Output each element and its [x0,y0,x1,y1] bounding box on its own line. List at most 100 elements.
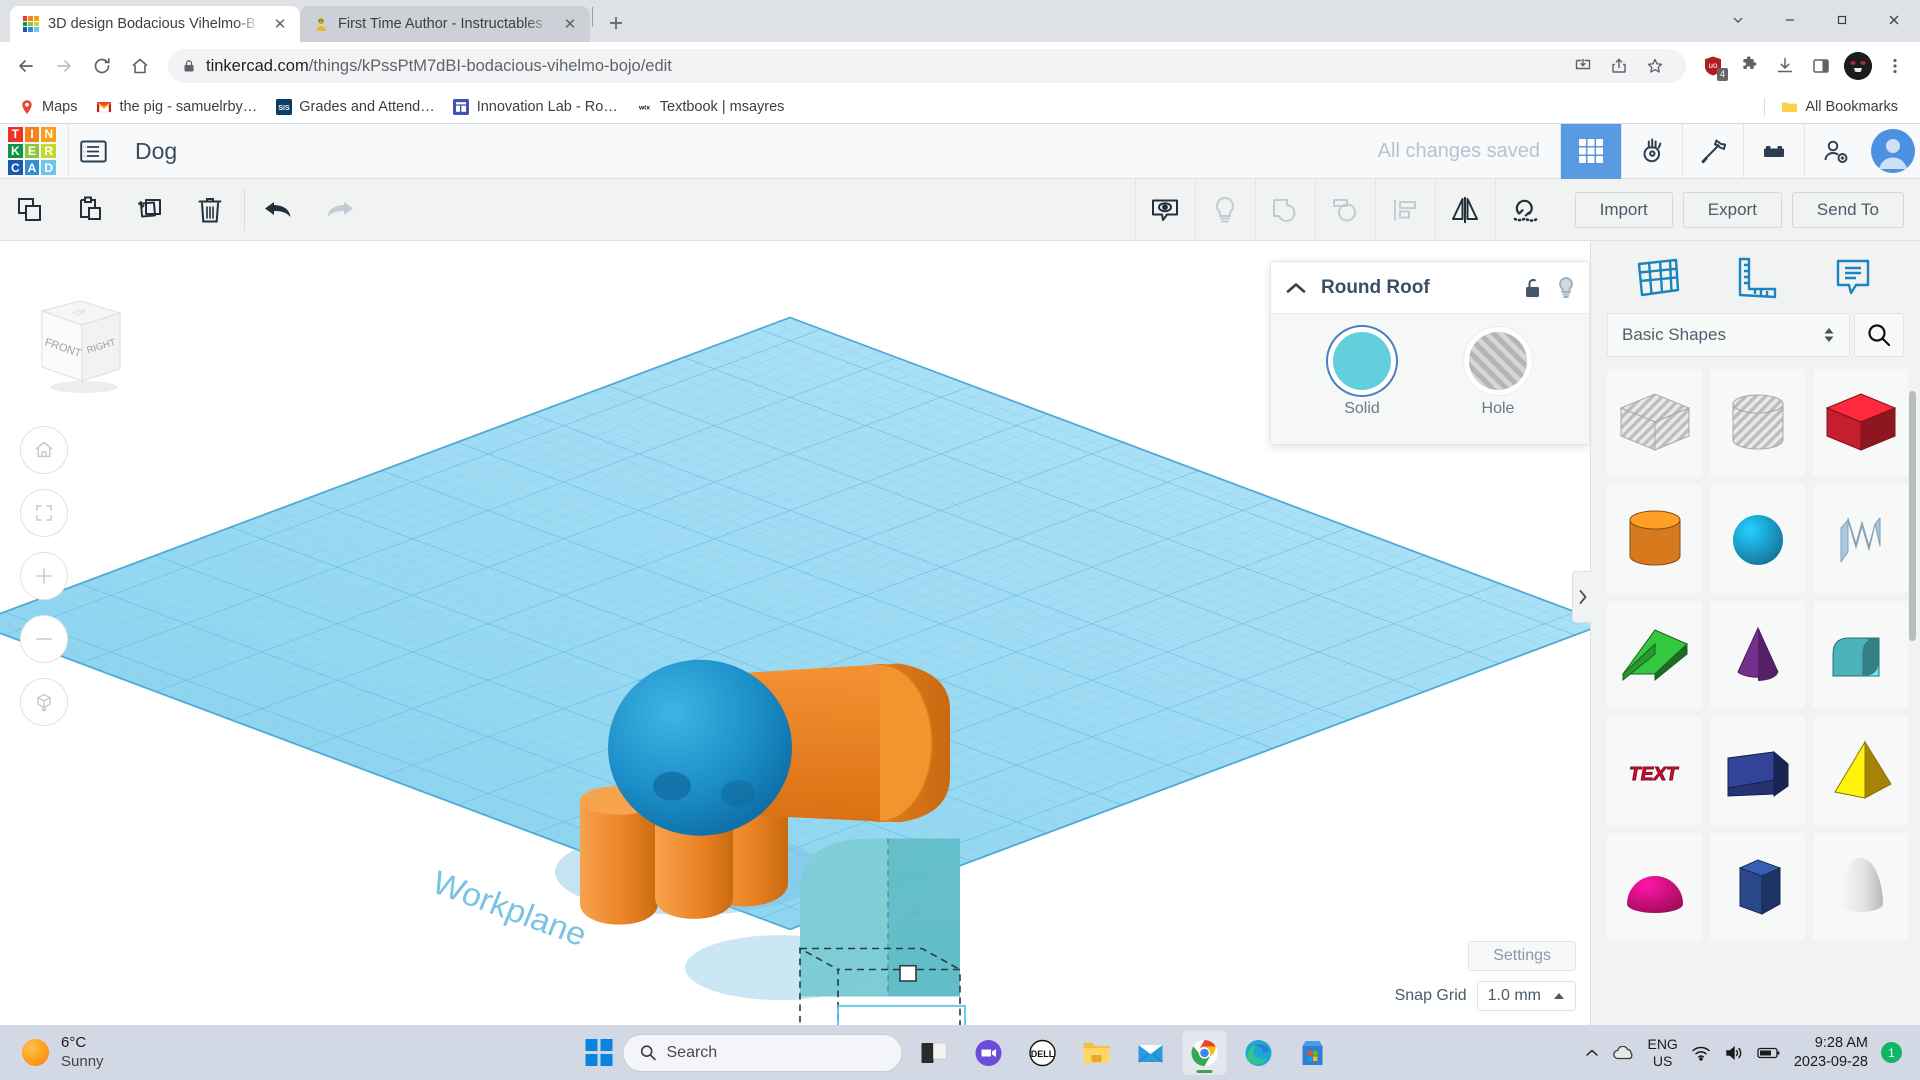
home-button[interactable] [122,48,158,84]
user-avatar[interactable] [1865,124,1920,179]
redo-button[interactable] [309,179,369,241]
task-view-button[interactable] [913,1031,957,1075]
ungroup-button[interactable] [1315,179,1375,241]
bookmark-innovation-lab[interactable]: Innovation Lab - Ro… [445,94,626,119]
align-button[interactable] [1375,179,1435,241]
address-bar[interactable]: tinkercad.com/things/kPssPtM7dBI-bodacio… [168,49,1686,83]
3d-canvas[interactable]: Workplane [0,241,1590,1025]
shape-paraboloid[interactable] [1813,833,1908,941]
export-button[interactable]: Export [1683,192,1782,228]
language-indicator[interactable]: ENG US [1647,1036,1677,1068]
snap-magnet-button[interactable] [1495,179,1555,241]
wifi-icon[interactable] [1691,1045,1711,1061]
shape-category-select[interactable]: Basic Shapes [1607,313,1850,357]
design-title[interactable]: Dog [117,138,195,165]
chrome-button[interactable] [1183,1031,1227,1075]
zoom-in-button[interactable] [20,552,68,600]
bookmark-star-icon[interactable] [1638,49,1672,83]
bookmark-grades[interactable]: SIS Grades and Attend… [267,94,442,119]
perspective-toggle-button[interactable] [20,678,68,726]
solid-swatch[interactable] [1333,332,1391,390]
ublock-icon[interactable]: uo 4 [1696,49,1730,83]
delete-button[interactable] [180,179,240,241]
paste-button[interactable] [60,179,120,241]
onedrive-icon[interactable] [1612,1046,1634,1060]
notes-tab[interactable] [1824,251,1882,303]
show-hide-button[interactable] [1135,179,1195,241]
shape-sphere[interactable] [1710,485,1805,593]
hole-option[interactable]: Hole [1450,332,1546,418]
invite-tool[interactable] [1804,124,1865,179]
dell-button[interactable]: DELL [1021,1031,1065,1075]
shape-pyramid[interactable] [1813,717,1908,825]
edge-button[interactable] [1237,1031,1281,1075]
microsoft-store-button[interactable] [1291,1031,1335,1075]
chevron-up-icon[interactable] [1285,281,1307,295]
blocks-tool[interactable] [1743,124,1804,179]
weather-widget[interactable]: 6°C Sunny [0,1034,104,1071]
snap-grid-select[interactable]: 1.0 mm [1477,981,1576,1011]
shape-roof[interactable] [1607,601,1702,709]
shape-box-hole[interactable] [1607,369,1702,477]
install-icon[interactable] [1566,49,1600,83]
solid-option[interactable]: Solid [1314,332,1410,418]
mail-button[interactable] [1129,1031,1173,1075]
duplicate-button[interactable] [120,179,180,241]
tray-expand-chevron-icon[interactable] [1585,1048,1599,1058]
fit-to-view-button[interactable] [20,489,68,537]
volume-icon[interactable] [1724,1045,1744,1061]
browser-tab-2[interactable]: First Time Author - Instructables ✕ [300,6,590,42]
import-button[interactable]: Import [1575,192,1673,228]
shape-text[interactable]: TEXT [1607,717,1702,825]
share-icon[interactable] [1602,49,1636,83]
sidebar-scrollbar[interactable] [1909,391,1916,641]
browser-tab-1[interactable]: 3D design Bodacious Vihelmo-B ✕ [10,6,300,42]
designs-grid-tool[interactable] [1560,124,1621,179]
mirror-button[interactable] [1435,179,1495,241]
shape-cylinder[interactable] [1607,485,1702,593]
back-button[interactable] [8,48,44,84]
unlock-icon[interactable] [1523,277,1543,299]
shape-round-roof[interactable] [1813,601,1908,709]
battery-icon[interactable] [1757,1046,1781,1060]
window-maximize-button[interactable] [1816,0,1868,40]
home-view-button[interactable] [20,426,68,474]
tab-search-chevron-icon[interactable] [1712,0,1764,40]
shape-cylinder-hole[interactable] [1710,369,1805,477]
downloads-icon[interactable] [1768,49,1802,83]
zoom-out-button[interactable] [20,615,68,663]
bookmark-textbook[interactable]: wix Textbook | msayres [628,94,793,119]
group-button[interactable] [1255,179,1315,241]
shape-polygon[interactable] [1710,833,1805,941]
chrome-menu-icon[interactable] [1878,49,1912,83]
reload-button[interactable] [84,48,120,84]
lightbulb-icon[interactable] [1557,276,1575,300]
tinkercad-logo[interactable]: TINKERCAD [8,127,56,175]
clock[interactable]: 9:28 AM 2023-09-28 [1794,1034,1868,1070]
extensions-icon[interactable] [1732,49,1766,83]
shape-search-button[interactable] [1854,313,1904,357]
codeblocks-tool[interactable] [1621,124,1682,179]
shape-box[interactable] [1813,369,1908,477]
shape-half-sphere[interactable] [1607,833,1702,941]
search-input[interactable]: Search [623,1034,903,1072]
workplane-tab[interactable] [1629,251,1687,303]
minecraft-tool[interactable] [1682,124,1743,179]
start-button[interactable] [586,1039,613,1066]
side-panel-icon[interactable] [1804,49,1838,83]
send-to-button[interactable]: Send To [1792,192,1904,228]
highlight-button[interactable] [1195,179,1255,241]
tab-close-icon[interactable]: ✕ [560,14,580,34]
view-cube[interactable]: FRONT RIGHT TOP [22,289,132,399]
new-tab-button[interactable] [599,6,633,40]
shape-cone[interactable] [1710,601,1805,709]
file-explorer-button[interactable] [1075,1031,1119,1075]
profile-avatar[interactable] [1844,52,1872,80]
bookmark-maps[interactable]: Maps [10,94,85,119]
shape-scribble[interactable] [1813,485,1908,593]
zoom-app-button[interactable] [967,1031,1011,1075]
window-minimize-button[interactable] [1764,0,1816,40]
bookmark-the-pig[interactable]: the pig - samuelrby… [87,94,265,119]
ruler-tab[interactable] [1726,251,1784,303]
all-bookmarks-button[interactable]: All Bookmarks [1773,94,1906,119]
